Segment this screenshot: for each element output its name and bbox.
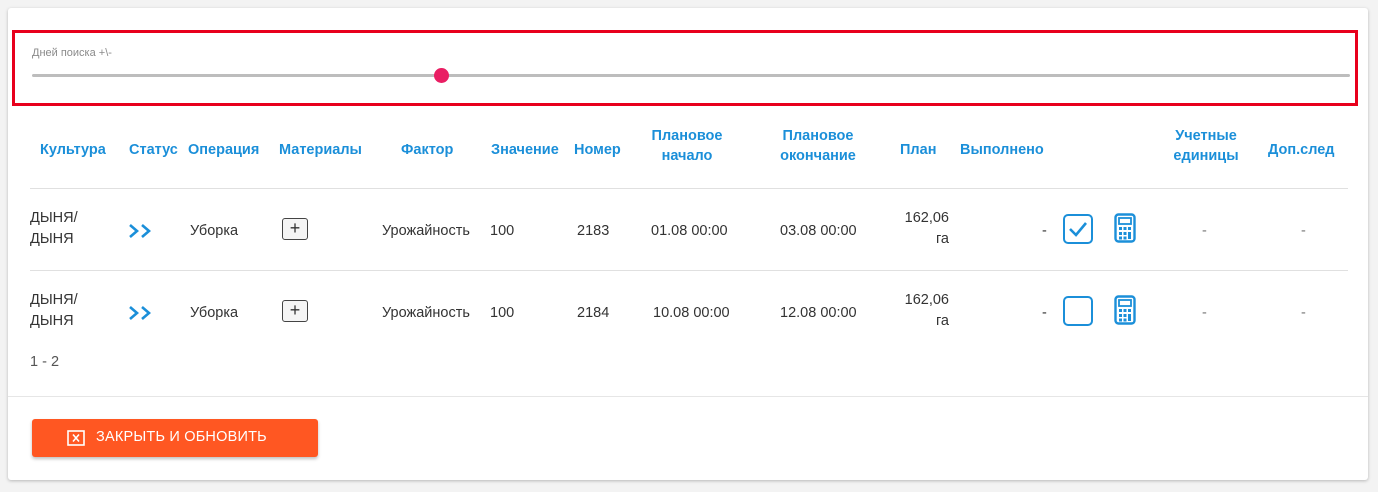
cell-number: 2184 (577, 305, 610, 321)
cell-units: - (1202, 223, 1207, 239)
cell-plan-end: 03.08 00:00 (780, 223, 857, 239)
col-header-culture[interactable]: Культура (40, 140, 106, 160)
cell-plan-end: 12.08 00:00 (780, 305, 857, 321)
cell-done-text: - (1042, 305, 1047, 321)
col-header-factor[interactable]: Фактор (401, 140, 453, 160)
cell-number: 2183 (577, 223, 610, 239)
col-header-units-line2: единицы (1173, 148, 1239, 164)
cell-done-text: - (1042, 223, 1047, 239)
footer-divider (8, 396, 1368, 397)
cell-operation: Уборка (190, 305, 239, 321)
close-and-refresh-label: ЗАКРЫТЬ И ОБНОВИТЬ (96, 429, 267, 445)
plan-unit: га (935, 231, 949, 247)
cell-extra: - (1301, 305, 1306, 321)
culture-line2: ДЫНЯ (30, 313, 74, 329)
cell-value: 100 (490, 223, 515, 239)
culture-line2: ДЫНЯ (30, 231, 74, 247)
close-box-icon (67, 430, 85, 446)
cell-factor: Урожайность (382, 223, 470, 239)
col-header-plan-start-line1: Плановое (651, 128, 723, 144)
slider-label: Дней поиска +\- (32, 47, 112, 59)
col-header-plan[interactable]: План (900, 140, 936, 160)
col-header-value[interactable]: Значение (491, 140, 559, 160)
header-divider (30, 188, 1348, 189)
col-header-units[interactable]: Учетные единицы (1166, 126, 1246, 166)
cell-extra: - (1301, 223, 1306, 239)
col-header-materials[interactable]: Материалы (279, 140, 362, 160)
checkmark-icon (1069, 222, 1087, 237)
cell-operation: Уборка (190, 223, 239, 239)
double-chevron-right-icon[interactable] (128, 305, 154, 321)
double-chevron-right-icon[interactable] (128, 223, 154, 239)
pagination-range: 1 - 2 (30, 354, 60, 370)
done-checkbox[interactable] (1063, 296, 1093, 326)
plan-amount: 162,06 (904, 292, 949, 308)
cell-plan: 162,06 га (893, 290, 949, 332)
search-days-slider-panel: Дней поиска +\- (12, 30, 1358, 106)
cell-value: 100 (490, 305, 515, 321)
add-material-button[interactable]: + (282, 218, 308, 240)
col-header-plan-end-line1: Плановое (782, 128, 854, 144)
col-header-plan-start[interactable]: Плановое начало (642, 126, 732, 166)
search-days-slider[interactable] (32, 68, 1350, 83)
col-header-plan-start-line2: начало (661, 148, 713, 164)
calculator-icon[interactable] (1114, 295, 1136, 325)
col-header-plan-end-line2: окончание (780, 148, 856, 164)
col-header-units-line1: Учетные (1175, 128, 1237, 144)
add-material-button[interactable]: + (282, 300, 308, 322)
row-divider (30, 270, 1348, 271)
cell-plan-start: 01.08 00:00 (651, 223, 728, 239)
plan-amount: 162,06 (904, 210, 949, 226)
close-and-refresh-button[interactable]: ЗАКРЫТЬ И ОБНОВИТЬ (32, 419, 318, 457)
cell-units: - (1202, 305, 1207, 321)
cell-culture: ДЫНЯ/ ДЫНЯ (30, 208, 90, 250)
cell-factor: Урожайность (382, 305, 470, 321)
col-header-operation[interactable]: Операция (188, 140, 259, 160)
cell-plan-start: 10.08 00:00 (653, 305, 730, 321)
cell-culture: ДЫНЯ/ ДЫНЯ (30, 290, 90, 332)
cell-plan: 162,06 га (893, 208, 949, 250)
done-checkbox[interactable] (1063, 214, 1093, 244)
culture-line1: ДЫНЯ/ (30, 210, 78, 226)
col-header-extra[interactable]: Доп.след (1268, 140, 1335, 160)
calculator-icon[interactable] (1114, 213, 1136, 243)
col-header-plan-end[interactable]: Плановое окончание (768, 126, 868, 166)
dialog-card: Дней поиска +\- Культура Статус Операция… (8, 8, 1368, 480)
slider-thumb[interactable] (433, 68, 449, 83)
plan-unit: га (935, 313, 949, 329)
col-header-number[interactable]: Номер (574, 140, 621, 160)
col-header-status[interactable]: Статус (129, 140, 178, 160)
culture-line1: ДЫНЯ/ (30, 292, 78, 308)
col-header-done[interactable]: Выполнено (960, 140, 1044, 160)
